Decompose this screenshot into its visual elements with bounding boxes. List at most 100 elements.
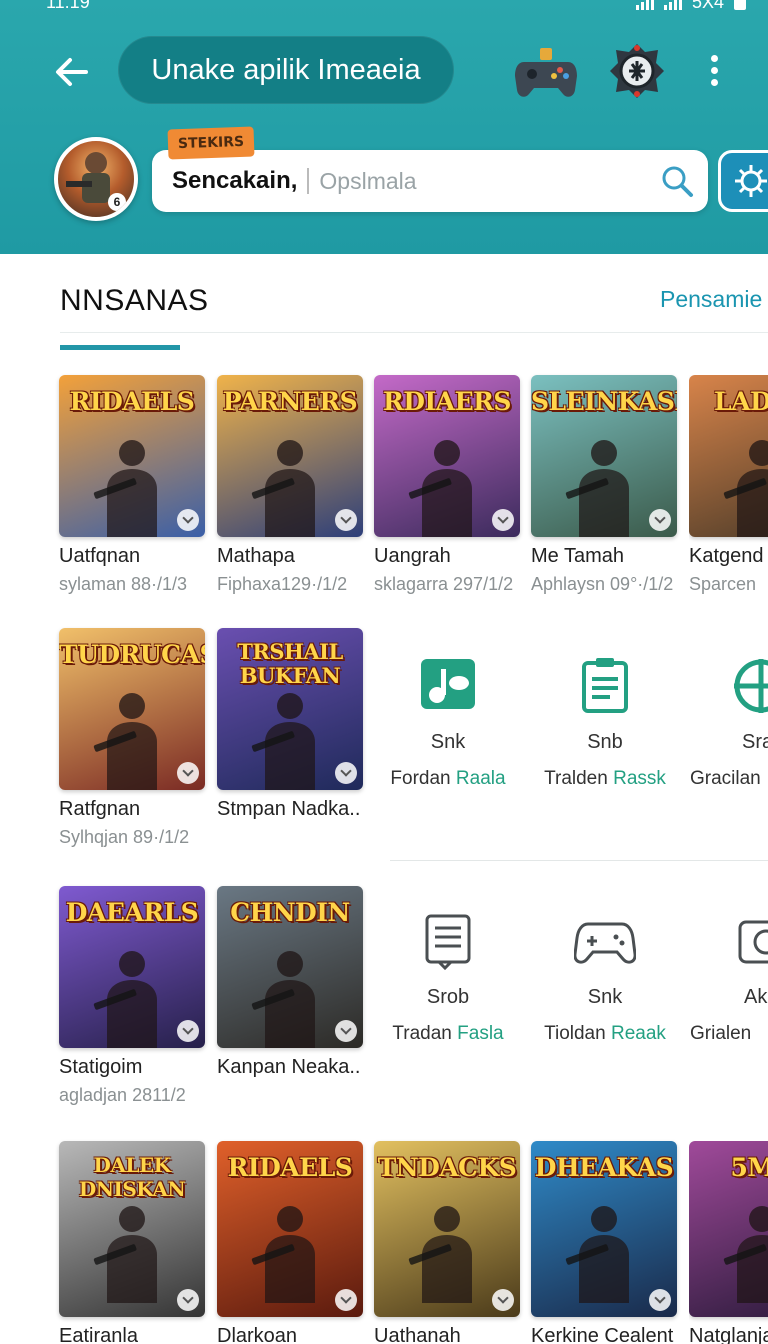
game-logo: LADKS [714, 387, 768, 416]
category-tile[interactable]: Srob Tradan Fasla [373, 910, 523, 1045]
game-card[interactable]: TNDACKS Uathanah [374, 1141, 520, 1344]
game-cover[interactable]: RIDAELS [59, 375, 205, 537]
chevron-down-icon[interactable] [335, 762, 357, 784]
game-card[interactable]: PARNERS Mathapa Fiphaxa129·/1/2 [217, 375, 363, 595]
more-options-icon[interactable] [700, 50, 728, 94]
game-cover[interactable]: RIDAELS [217, 1141, 363, 1317]
game-cover[interactable]: PARNERS [217, 375, 363, 537]
game-name: Katgend [689, 545, 764, 567]
game-logo: SLEINKASK [531, 387, 677, 416]
game-subtitle: Fiphaxa129·/1/2 [217, 574, 348, 594]
game-logo: RIDAELS [227, 1153, 353, 1182]
search-input-value[interactable]: Sencakain, [172, 167, 297, 195]
chevron-down-icon[interactable] [177, 1020, 199, 1042]
category-caption: Fordan Raala [390, 768, 506, 789]
guild-emblem-icon[interactable] [608, 42, 666, 100]
character-art [93, 1206, 157, 1303]
character-art [251, 951, 315, 1048]
game-logo: TRSHAIL BUKFAN [237, 640, 343, 688]
character-art [93, 951, 157, 1048]
game-card[interactable]: LADKS Katgend Sparcen [689, 375, 768, 595]
status-right-text: 5X4 [691, 0, 724, 12]
status-icons: 5X4 [635, 0, 746, 13]
character-art [565, 1206, 629, 1303]
category-title: Snb [587, 731, 623, 753]
game-cover[interactable]: DHEAKAS [531, 1141, 677, 1317]
game-name: Uathanah [374, 1325, 461, 1344]
settings-filter-button[interactable] [718, 150, 768, 212]
back-arrow-icon[interactable] [50, 50, 94, 94]
game-subtitle: Sparcen [689, 574, 757, 594]
game-logo: RDIAERS [383, 387, 511, 416]
status-time: 11:19 [46, 0, 90, 12]
chevron-down-icon[interactable] [177, 1289, 199, 1311]
game-card[interactable]: TRSHAIL BUKFAN Stmpan Nadka.. [217, 628, 363, 821]
game-card[interactable]: DALEK DNISKAN Eatiranla [59, 1141, 205, 1344]
category-tile[interactable]: Ak Grialen [690, 910, 768, 1045]
category-title: Snk [587, 986, 623, 1008]
game-card[interactable]: RIDAELS Uatfqnan sylaman 88·/1/3 [59, 375, 205, 595]
category-title: Snk [430, 731, 466, 753]
game-cover[interactable]: SLEINKASK [531, 375, 677, 537]
category-caption: Tioldan Reaak [544, 1023, 666, 1044]
chevron-down-icon[interactable] [335, 1020, 357, 1042]
game-cover[interactable]: 5MA [689, 1141, 768, 1317]
game-logo: TNDACKS [377, 1153, 517, 1182]
game-card[interactable]: RIDAELS Dlarkoan [217, 1141, 363, 1344]
chevron-down-icon[interactable] [649, 1289, 671, 1311]
chevron-down-icon[interactable] [335, 1289, 357, 1311]
game-cover[interactable]: RDIAERS [374, 375, 520, 537]
game-cover[interactable]: DAEARLS [59, 886, 205, 1048]
category-title: Srob [426, 986, 470, 1008]
search-placeholder[interactable]: Opslmala [319, 168, 416, 195]
game-name: Stmpan Nadka.. [217, 798, 361, 820]
game-name: Uatfqnan [59, 545, 141, 567]
section-title: NNSANAS [60, 284, 209, 317]
search-bar[interactable]: Sencakain, Opslmala [152, 150, 708, 212]
game-logo: DALEK DNISKAN [78, 1153, 186, 1201]
app-header: 11:19 5X4 Unake apilik Imeaeia 6 STEKIRS… [0, 0, 768, 254]
character-art [408, 440, 472, 537]
status-bar: 11:19 5X4 [0, 0, 768, 12]
category-tile[interactable]: Snk Fordan Raala [373, 655, 523, 790]
music-app-icon [421, 659, 475, 709]
page-title: Unake apilik Imeaeia [118, 36, 454, 104]
chevron-down-icon[interactable] [177, 509, 199, 531]
category-caption: Gracilan [690, 768, 761, 789]
chevron-down-icon[interactable] [177, 762, 199, 784]
search-divider [307, 168, 310, 194]
chevron-down-icon[interactable] [492, 509, 514, 531]
avatar[interactable]: 6 [54, 137, 138, 221]
section-see-all-link[interactable]: Pensamie [660, 286, 762, 313]
game-cover[interactable]: TRSHAIL BUKFAN [217, 628, 363, 790]
game-card[interactable]: SLEINKASK Me Tamah Aphlaysn 09°·/1/2 [531, 375, 677, 595]
game-cover[interactable]: CHNDIN [217, 886, 363, 1048]
game-card[interactable]: 5MA Natglanja [689, 1141, 768, 1344]
signal-icon [635, 0, 654, 10]
character-art [251, 1206, 315, 1303]
category-tile[interactable]: Snk Tioldan Reaak [530, 910, 680, 1045]
chevron-down-icon[interactable] [492, 1289, 514, 1311]
game-cover[interactable]: LADKS [689, 375, 768, 537]
active-tab-indicator [60, 345, 180, 350]
chevron-down-icon[interactable] [649, 509, 671, 531]
category-tile[interactable]: Sra Gracilan [690, 655, 768, 790]
game-card[interactable]: CHNDIN Kanpan Neaka.. [217, 886, 363, 1079]
gamepad-icon [574, 922, 636, 964]
search-icon[interactable] [660, 164, 694, 198]
game-card[interactable]: RDIAERS Uangrah sklagarra 297/1/2 [374, 375, 520, 595]
game-cover[interactable]: DALEK DNISKAN [59, 1141, 205, 1317]
game-card[interactable]: DHEAKAS Kerkine Cealent [531, 1141, 677, 1344]
game-cover[interactable]: TUDRUCAS [59, 628, 205, 790]
category-title: Sra [742, 731, 768, 753]
section-divider [60, 332, 768, 333]
game-card[interactable]: TUDRUCAS Ratfgnan Sylhqjan 89·/1/2 [59, 628, 205, 848]
game-logo: CHNDIN [230, 898, 350, 927]
game-cover[interactable]: TNDACKS [374, 1141, 520, 1317]
game-card[interactable]: DAEARLS Statigoim agladjan 2811/2 [59, 886, 205, 1106]
row-divider [390, 860, 768, 861]
gamepad-icon[interactable] [514, 46, 578, 102]
chevron-down-icon[interactable] [335, 509, 357, 531]
category-tile[interactable]: Snb Tralden Rassk [530, 655, 680, 790]
category-caption: Tralden Rassk [544, 768, 666, 789]
